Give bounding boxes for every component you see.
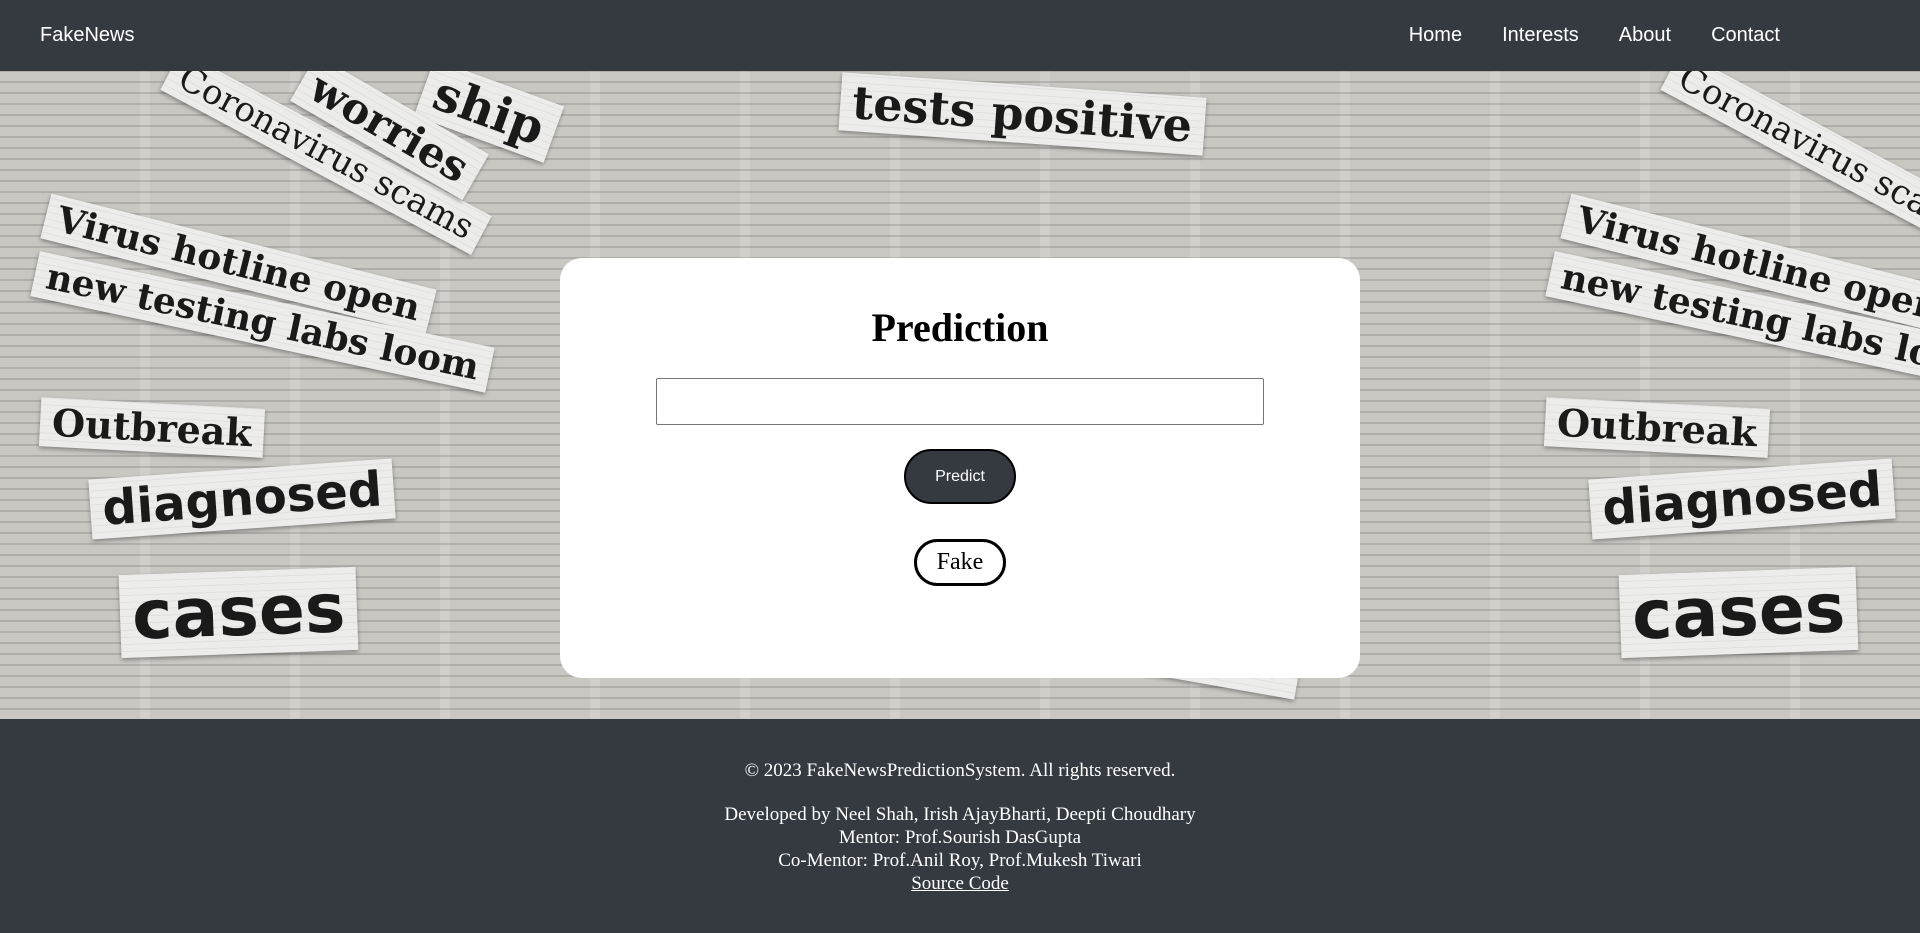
nav-link-contact[interactable]: Contact	[1711, 24, 1780, 47]
prediction-result-badge: Fake	[914, 539, 1006, 586]
headline-clipping: cases	[118, 566, 359, 659]
prediction-card: Prediction Predict Fake	[560, 258, 1360, 678]
newspaper-background: tests positive Virus hotline open new te…	[0, 71, 1920, 719]
top-navbar: FakeNews Home Interests About Contact	[0, 0, 1920, 71]
headline-clipping: diagnosed	[1588, 458, 1896, 540]
news-text-input[interactable]	[656, 378, 1264, 425]
source-code-link[interactable]: Source Code	[911, 873, 1009, 894]
headline-clipping: Outbreak	[38, 397, 266, 458]
headline-clipping: tests positive	[838, 72, 1207, 156]
nav-links: Home Interests About Contact	[1369, 24, 1780, 47]
headline-clipping: diagnosed	[88, 458, 396, 540]
developers-text: Developed by Neel Shah, Irish AjayBharti…	[724, 804, 1196, 825]
nav-link-interests[interactable]: Interests	[1502, 24, 1579, 47]
headline-clipping: cases	[1618, 566, 1859, 659]
co-mentor-text: Co-Mentor: Prof.Anil Roy, Prof.Mukesh Ti…	[778, 850, 1142, 871]
footer: © 2023 FakeNewsPredictionSystem. All rig…	[0, 719, 1920, 933]
headline-clipping: Outbreak	[1543, 397, 1771, 458]
credits: Developed by Neel Shah, Irish AjayBharti…	[0, 803, 1920, 895]
nav-link-about[interactable]: About	[1619, 24, 1671, 47]
prediction-title: Prediction	[871, 305, 1049, 350]
mentor-text: Mentor: Prof.Sourish DasGupta	[838, 827, 1082, 848]
copyright-text: © 2023 FakeNewsPredictionSystem. All rig…	[744, 760, 1176, 781]
brand-logo[interactable]: FakeNews	[40, 24, 134, 47]
predict-button[interactable]: Predict	[904, 449, 1016, 504]
nav-link-home[interactable]: Home	[1409, 24, 1462, 47]
